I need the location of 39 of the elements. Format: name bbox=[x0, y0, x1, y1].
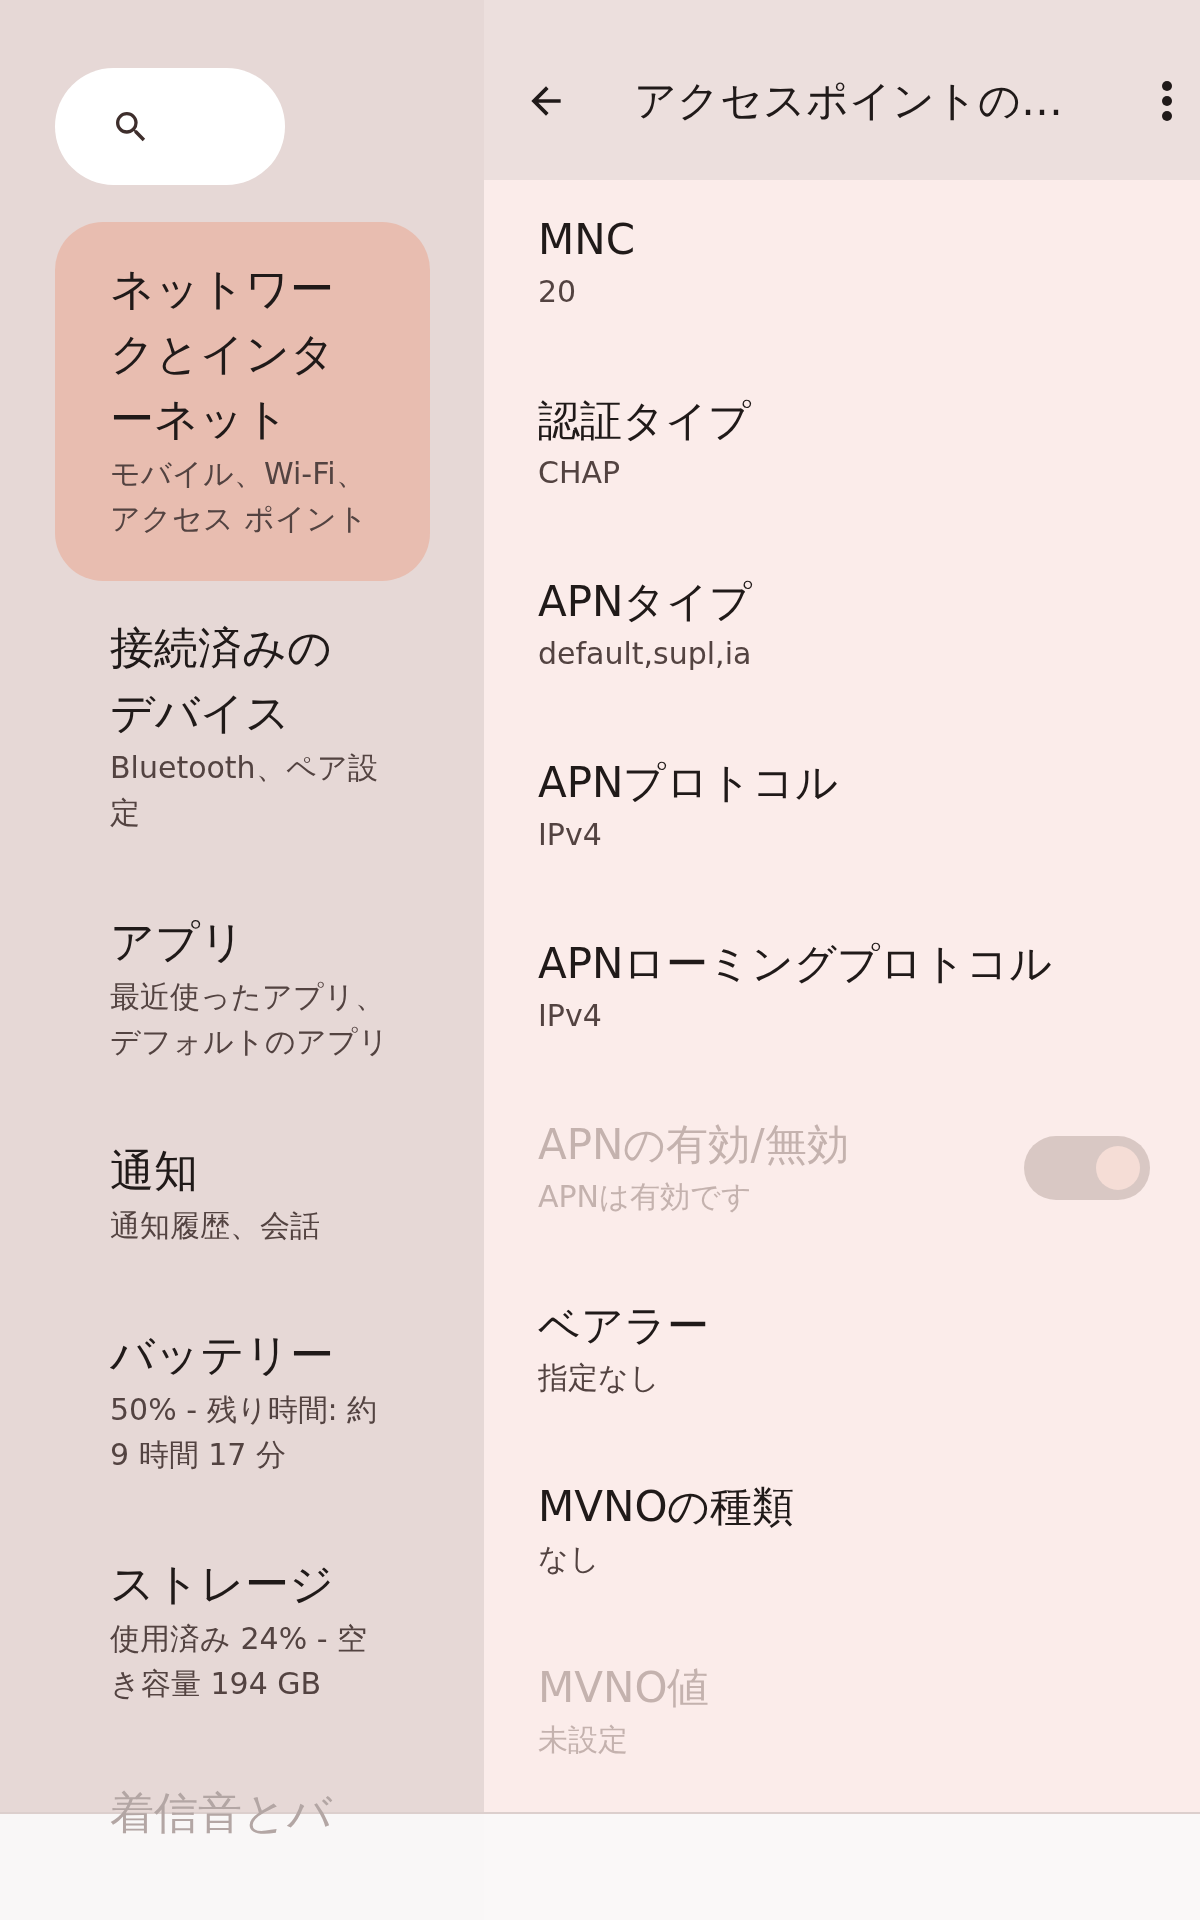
item-title: 接続済みのデバイス bbox=[110, 621, 333, 740]
sidebar-item[interactable]: ストレージ 使用済み 24% - 空き容量 194 GB bbox=[55, 1517, 430, 1746]
setting-value: 20 bbox=[538, 273, 578, 311]
setting-value: default,supl,ia bbox=[538, 635, 753, 673]
sidebar-item[interactable]: バッテリー 50% - 残り時間: 約 9 時間 17 分 bbox=[55, 1288, 430, 1517]
item-subtitle: 最近使ったアプリ、デフォルトのアプリ bbox=[110, 978, 390, 1061]
setting-title: ベアラー bbox=[538, 1300, 710, 1352]
item-subtitle: 50% - 残り時間: 約 9 時間 17 分 bbox=[110, 1391, 379, 1474]
item-subtitle: 通知履歴、会話 bbox=[110, 1207, 321, 1245]
setting-title: APNプロトコル bbox=[538, 757, 840, 809]
setting-title: MVNO値 bbox=[538, 1662, 711, 1714]
item-title: アプリ bbox=[110, 915, 246, 969]
page-title: アクセスポイントの… bbox=[634, 75, 1064, 127]
item-title: 通知 bbox=[110, 1144, 199, 1198]
setting-value: CHAP bbox=[538, 454, 622, 492]
sidebar-item[interactable]: ネットワークとインターネット モバイル、Wi-Fi、アクセス ポイント bbox=[55, 222, 430, 581]
sidebar-item[interactable]: 接続済みのデバイス Bluetooth、ペア設定 bbox=[55, 581, 430, 875]
setting-value: IPv4 bbox=[538, 997, 603, 1035]
item-title: バッテリー bbox=[110, 1328, 335, 1382]
setting-value: APNは有効です bbox=[538, 1178, 754, 1216]
item-title: ネットワークとインターネット bbox=[110, 262, 336, 446]
setting-title: MNC bbox=[538, 214, 636, 266]
sidebar-item[interactable]: 通知 通知履歴、会話 bbox=[55, 1104, 430, 1288]
setting-title: APNローミングプロトコル bbox=[538, 938, 1054, 990]
setting-value: IPv4 bbox=[538, 816, 603, 854]
item-title: ストレージ bbox=[110, 1557, 335, 1611]
setting-title: APNの有効/無効 bbox=[538, 1119, 850, 1171]
more-icon[interactable] bbox=[1160, 79, 1174, 123]
item-subtitle: 使用済み 24% - 空き容量 194 GB bbox=[110, 1620, 369, 1703]
setting-title: MVNOの種類 bbox=[538, 1481, 796, 1533]
item-title: 着信音とバ bbox=[110, 1786, 333, 1840]
sidebar-item[interactable]: アプリ 最近使ったアプリ、デフォルトのアプリ bbox=[55, 875, 430, 1104]
setting-value: 未設定 bbox=[538, 1721, 629, 1759]
item-subtitle: Bluetooth、ペア設定 bbox=[110, 749, 379, 832]
setting-title: APNタイプ bbox=[538, 576, 754, 628]
setting-value: なし bbox=[538, 1540, 601, 1578]
setting-title: 認証タイプ bbox=[538, 395, 752, 447]
setting-value: 指定なし bbox=[538, 1359, 661, 1397]
item-subtitle: モバイル、Wi-Fi、アクセス ポイント bbox=[110, 455, 369, 538]
